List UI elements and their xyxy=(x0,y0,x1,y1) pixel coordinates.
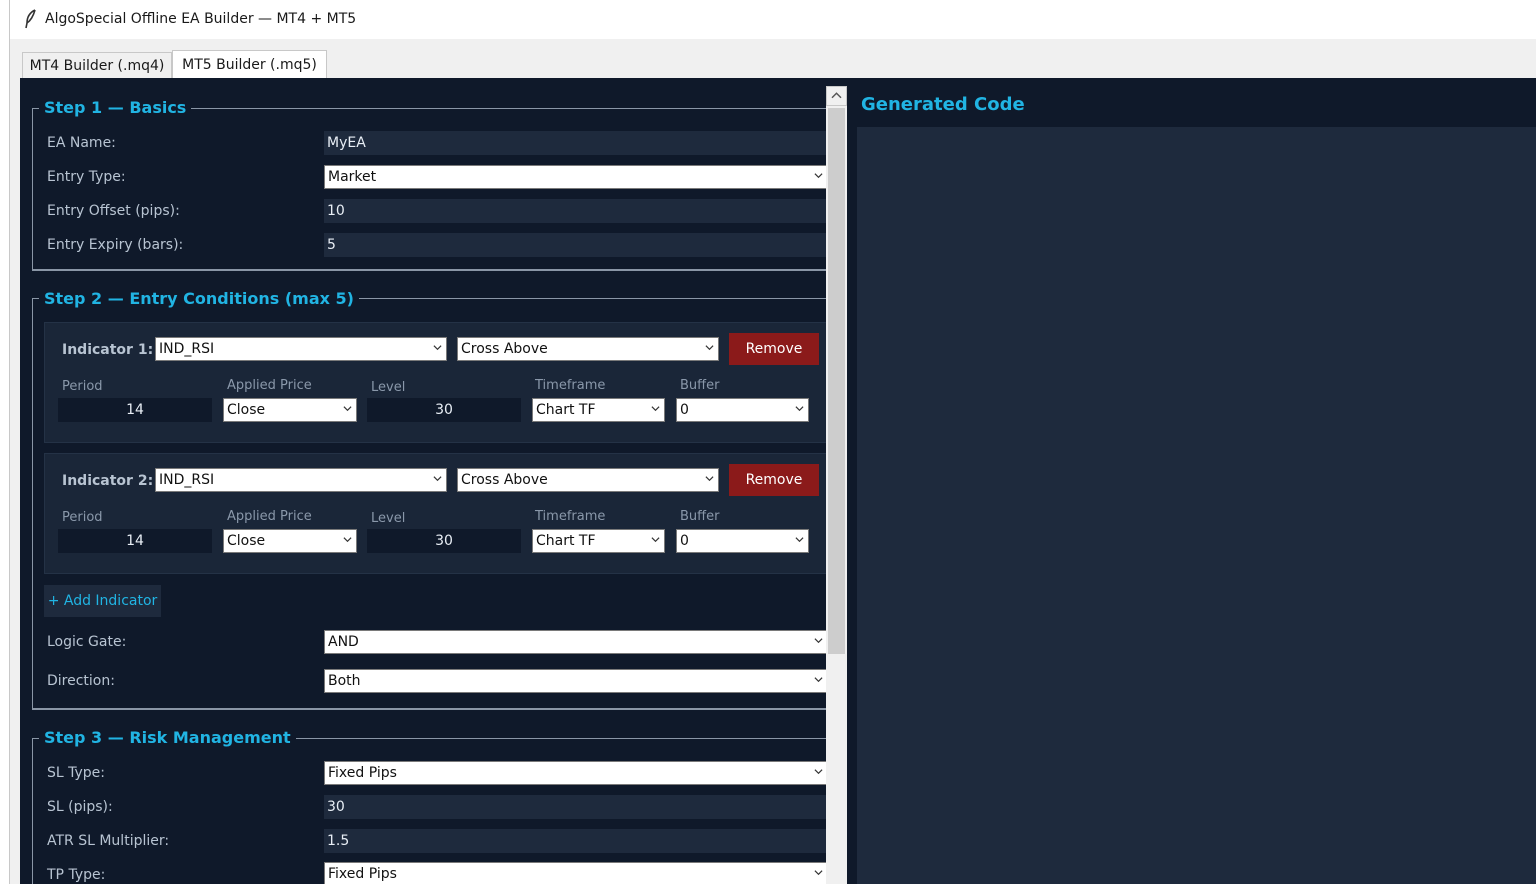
chevron-down-icon xyxy=(814,769,823,775)
logic-gate-select[interactable]: AND xyxy=(324,630,828,654)
generated-code-title: Generated Code xyxy=(861,94,1025,115)
entry-offset-input[interactable]: 10 xyxy=(324,199,826,223)
indicator-title: Indicator 1: xyxy=(62,342,154,358)
sl-pips-label: SL (pips): xyxy=(47,799,113,815)
condition-select[interactable]: Cross Above xyxy=(457,337,719,361)
chevron-down-icon xyxy=(795,537,804,543)
buffer-select[interactable]: 0 xyxy=(676,529,809,553)
buffer-value: 0 xyxy=(680,402,689,418)
chevron-down-icon xyxy=(651,406,660,412)
generated-code-textarea[interactable] xyxy=(857,127,1536,884)
atr-sl-multiplier-input[interactable]: 1.5 xyxy=(324,829,826,853)
indicator-title: Indicator 2: xyxy=(62,473,154,489)
ea-name-input[interactable]: MyEA xyxy=(324,131,826,155)
condition-value: Cross Above xyxy=(461,341,548,357)
timeframe-value: Chart TF xyxy=(536,402,596,418)
level-label: Level xyxy=(371,380,406,395)
buffer-value: 0 xyxy=(680,533,689,549)
period-label: Period xyxy=(62,510,103,525)
tp-type-select[interactable]: Fixed Pips xyxy=(324,862,828,884)
step2-legend: Step 2 — Entry Conditions (max 5) xyxy=(39,289,359,308)
timeframe-label: Timeframe xyxy=(535,509,606,524)
chevron-down-icon xyxy=(705,345,714,351)
chevron-down-icon xyxy=(343,406,352,412)
period-input[interactable]: 14 xyxy=(58,398,212,422)
title-bar: AlgoSpecial Offline EA Builder — MT4 + M… xyxy=(10,0,1536,39)
applied-price-value: Close xyxy=(227,402,266,418)
chevron-down-icon xyxy=(814,870,823,876)
applied-price-select[interactable]: Close xyxy=(223,398,357,422)
condition-value: Cross Above xyxy=(461,472,548,488)
feather-icon xyxy=(25,9,36,29)
timeframe-select[interactable]: Chart TF xyxy=(532,398,665,422)
entry-expiry-input[interactable]: 5 xyxy=(324,233,826,257)
window-title: AlgoSpecial Offline EA Builder — MT4 + M… xyxy=(45,11,357,27)
period-input[interactable]: 14 xyxy=(58,529,212,553)
window-left-edge xyxy=(0,0,10,884)
entry-offset-label: Entry Offset (pips): xyxy=(47,203,180,219)
sl-type-select[interactable]: Fixed Pips xyxy=(324,761,828,785)
applied-price-label: Applied Price xyxy=(227,378,312,393)
direction-label: Direction: xyxy=(47,673,115,689)
builder-panel: Step 1 — Basics EA Name: MyEA Entry Type… xyxy=(20,78,1536,884)
applied-price-label: Applied Price xyxy=(227,509,312,524)
indicator-value: IND_RSI xyxy=(159,472,215,488)
period-label: Period xyxy=(62,379,103,394)
entry-type-select[interactable]: Market xyxy=(324,165,828,189)
chevron-down-icon xyxy=(795,406,804,412)
timeframe-label: Timeframe xyxy=(535,378,606,393)
chevron-down-icon xyxy=(705,476,714,482)
timeframe-select[interactable]: Chart TF xyxy=(532,529,665,553)
remove-indicator-button[interactable]: Remove xyxy=(729,333,819,365)
buffer-label: Buffer xyxy=(680,509,720,524)
remove-indicator-button[interactable]: Remove xyxy=(729,464,819,496)
timeframe-value: Chart TF xyxy=(536,533,596,549)
step1-legend: Step 1 — Basics xyxy=(39,98,192,117)
entry-type-label: Entry Type: xyxy=(47,169,126,185)
sl-type-label: SL Type: xyxy=(47,765,106,781)
indicator-card: Indicator 1: IND_RSI Cross Above Remove … xyxy=(44,322,827,443)
ea-name-label: EA Name: xyxy=(47,135,116,151)
indicator-select[interactable]: IND_RSI xyxy=(155,468,447,492)
applied-price-select[interactable]: Close xyxy=(223,529,357,553)
entry-expiry-label: Entry Expiry (bars): xyxy=(47,237,184,253)
indicator-value: IND_RSI xyxy=(159,341,215,357)
entry-type-value: Market xyxy=(328,169,377,185)
step3-legend: Step 3 — Risk Management xyxy=(39,728,296,747)
sl-type-value: Fixed Pips xyxy=(328,765,397,781)
scroll-thumb[interactable] xyxy=(828,108,845,654)
atr-sl-multiplier-label: ATR SL Multiplier: xyxy=(47,833,170,849)
chevron-up-icon xyxy=(831,92,842,99)
tab-mt4-builder[interactable]: MT4 Builder (.mq4) xyxy=(22,52,172,78)
direction-select[interactable]: Both xyxy=(324,669,828,693)
chevron-down-icon xyxy=(433,345,442,351)
level-input[interactable]: 30 xyxy=(367,398,521,422)
chevron-down-icon xyxy=(651,537,660,543)
indicator-card: Indicator 2: IND_RSI Cross Above Remove … xyxy=(44,453,827,574)
tp-type-value: Fixed Pips xyxy=(328,866,397,882)
scroll-up-button[interactable] xyxy=(826,86,847,106)
logic-gate-value: AND xyxy=(328,634,359,650)
chevron-down-icon xyxy=(814,677,823,683)
applied-price-value: Close xyxy=(227,533,266,549)
chevron-down-icon xyxy=(343,537,352,543)
buffer-select[interactable]: 0 xyxy=(676,398,809,422)
direction-value: Both xyxy=(328,673,361,689)
tab-mt5-builder[interactable]: MT5 Builder (.mq5) xyxy=(172,50,327,78)
logic-gate-label: Logic Gate: xyxy=(47,634,127,650)
buffer-label: Buffer xyxy=(680,378,720,393)
indicator-select[interactable]: IND_RSI xyxy=(155,337,447,361)
tp-type-label: TP Type: xyxy=(47,867,106,883)
add-indicator-button[interactable]: + Add Indicator xyxy=(44,585,161,617)
chevron-down-icon xyxy=(433,476,442,482)
sl-pips-input[interactable]: 30 xyxy=(324,795,826,819)
level-label: Level xyxy=(371,511,406,526)
form-scrollbar[interactable] xyxy=(826,86,847,884)
chevron-down-icon xyxy=(814,173,823,179)
condition-select[interactable]: Cross Above xyxy=(457,468,719,492)
level-input[interactable]: 30 xyxy=(367,529,521,553)
chevron-down-icon xyxy=(814,638,823,644)
